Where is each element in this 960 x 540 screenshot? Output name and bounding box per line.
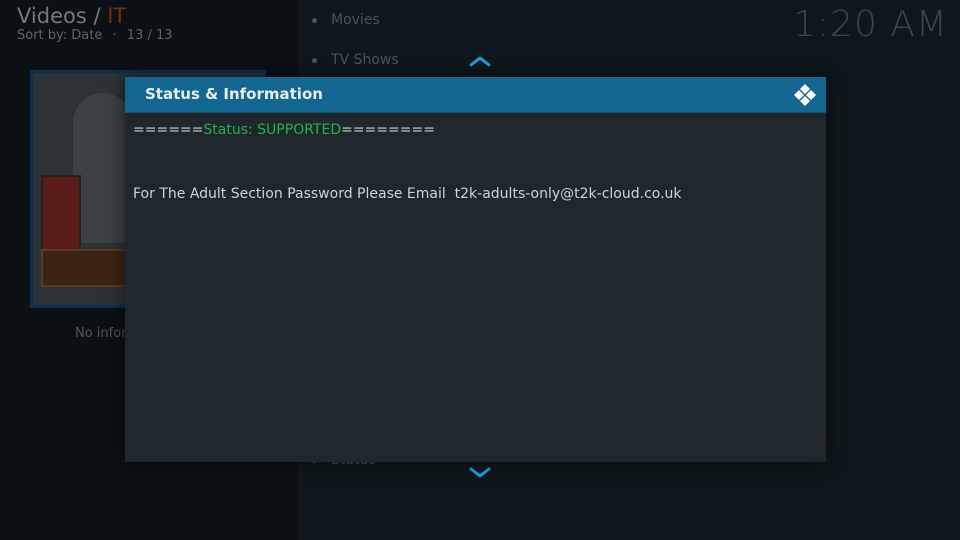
kodi-screen: Videos / IT Sort by: Date · 13 / 13 1:20… [0, 0, 960, 540]
chevron-down-icon[interactable] [469, 467, 491, 479]
chevron-up-icon[interactable] [469, 55, 491, 67]
status-suffix: ======== [341, 122, 435, 138]
menu-item-movies[interactable]: Movies [312, 12, 380, 28]
poster-figure [73, 93, 133, 243]
sort-label: Sort by: Date [17, 28, 103, 43]
no-info-text: No infor [75, 326, 127, 341]
status-text: Status: SUPPORTED [203, 122, 342, 138]
dialog-body: ======Status: SUPPORTED======== For The … [133, 122, 818, 202]
breadcrumb-section: Videos [17, 4, 87, 28]
sort-info: Sort by: Date · 13 / 13 [17, 28, 173, 43]
status-line: ======Status: SUPPORTED======== [133, 122, 818, 138]
bullet-icon [312, 57, 317, 63]
breadcrumb-separator: / [93, 4, 101, 28]
item-count: 13 / 13 [126, 28, 173, 43]
breadcrumb: Videos / IT [17, 4, 126, 28]
dialog-header: Status & Information [125, 77, 826, 113]
sort-dot: · [112, 28, 117, 43]
clock: 1:20 AM [793, 4, 948, 45]
kodi-logo-icon[interactable] [793, 83, 817, 107]
menu-item-tv-shows[interactable]: TV Shows [312, 52, 399, 68]
menu-item-label: TV Shows [331, 52, 399, 68]
menu-item-label: Movies [331, 12, 380, 28]
breadcrumb-folder: IT [107, 4, 127, 28]
dialog-title: Status & Information [145, 85, 323, 103]
bullet-icon [312, 17, 317, 23]
message-text: For The Adult Section Password Please Em… [133, 186, 682, 202]
status-dialog: Status & Information ======Status: SUPPO… [125, 77, 826, 462]
status-prefix: ====== [133, 122, 204, 138]
